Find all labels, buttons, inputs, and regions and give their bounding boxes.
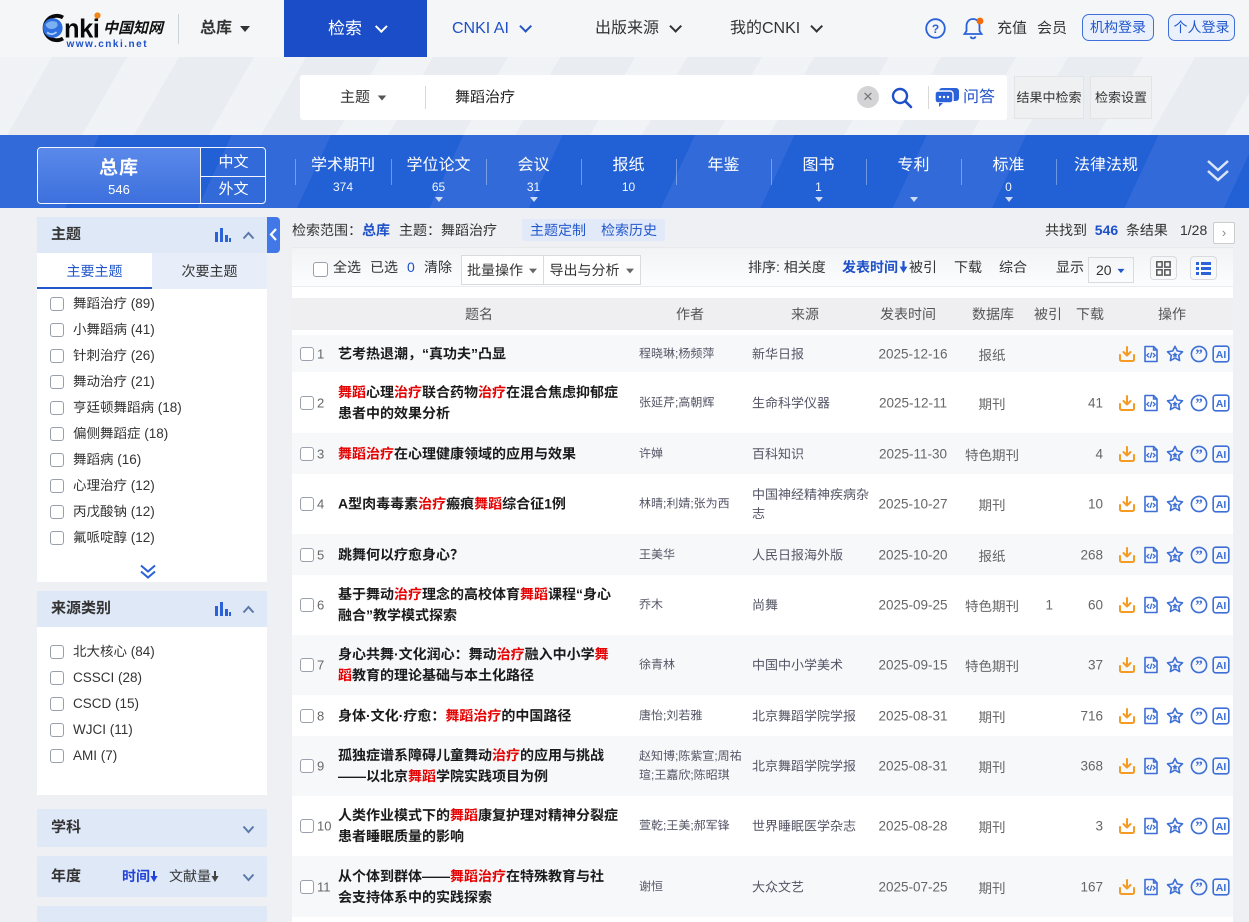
svg-text:?: ? [932,22,939,36]
svg-text:中国知网: 中国知网 [103,20,165,37]
svg-text:www.cnki.net: www.cnki.net [66,39,149,50]
